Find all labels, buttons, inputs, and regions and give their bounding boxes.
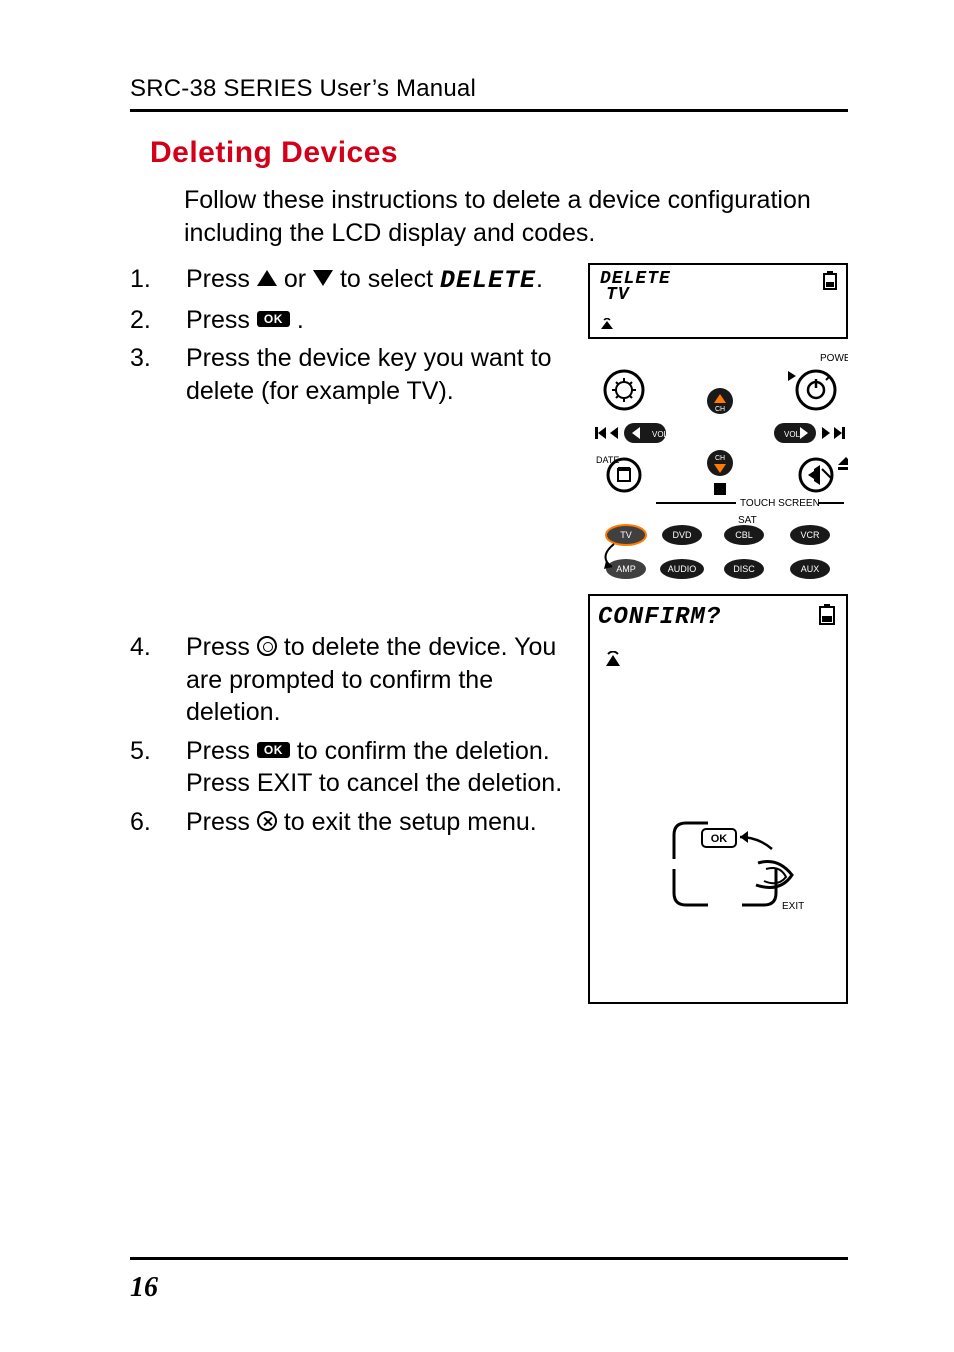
step-4: 4. Press to delete the device. You are p… [130,631,582,729]
footer-rule [130,1257,848,1260]
header-rule [130,109,848,112]
prev-track-icon [598,427,606,439]
transmit-icon [600,317,614,333]
ch-down-button: CH [707,450,733,476]
vol-up-button: VOL [774,423,816,443]
svg-text:DISC: DISC [733,564,755,574]
step-number: 2. [130,304,186,337]
svg-text:CH: CH [715,406,725,413]
play-icon [788,371,796,381]
eject-icon [838,457,848,470]
step-number: 5. [130,735,186,800]
ring-button-icon [257,636,277,656]
vol-down-button: VOL [624,423,669,443]
intro-paragraph: Follow these instructions to delete a de… [184,184,848,249]
svg-text:VOL: VOL [652,430,669,439]
step-2: 2. Press OK . [130,304,582,337]
triangle-up-icon [257,270,277,286]
svg-text:CBL: CBL [735,530,753,540]
lcd-panel-delete: DELETE TV [588,263,848,339]
label-power: POWER [820,353,848,364]
steps-column: 1. Press or to select DELETE. 2. Press [130,263,582,844]
svg-text:VCR: VCR [800,530,820,540]
page-number: 16 [130,1272,158,1304]
step-text: to select [340,265,440,293]
step-text: Press [186,306,257,334]
step-number: 1. [130,263,186,298]
gear-icon [612,378,636,402]
svg-text:VOL: VOL [784,430,801,439]
next-track-icon [834,427,842,439]
ok-exit-diagram: OK EXIT [672,819,832,934]
transmit-icon [604,651,838,672]
step-text: Press [186,265,257,293]
step-text: Press [186,633,257,661]
device-amp: AMP [606,559,646,579]
step-number: 4. [130,631,186,729]
ch-up-button: CH [707,388,733,414]
remote-diagram: POWER [588,345,848,590]
step-3: 3. Press the device key you want to dele… [130,342,582,407]
svg-text:AUDIO: AUDIO [668,564,697,574]
device-dvd: DVD [662,525,702,545]
label-sat: SAT [738,515,757,526]
step-text: . [297,306,304,334]
device-vcr: VCR [790,525,830,545]
step-text: Press the device key you want to delete … [186,342,582,407]
step-5: 5. Press OK to confirm the deletion. Pre… [130,735,582,800]
figure-column: DELETE TV POWER [588,263,848,1004]
step-text: to exit the setup menu. [284,808,537,836]
section-title: Deleting Devices [150,136,848,170]
step-text: Press [186,808,257,836]
step-number: 3. [130,342,186,407]
svg-text:AMP: AMP [616,564,636,574]
svg-text:DVD: DVD [672,530,692,540]
date-button [608,459,640,491]
lcd-panel-confirm: CONFIRM? OK [588,594,848,1004]
ok-pill-icon: OK [257,311,290,327]
device-audio: AUDIO [660,559,704,579]
device-tv: TV [606,525,646,545]
close-circle-icon [257,811,277,831]
svg-text:OK: OK [711,833,728,845]
step-text: or [284,265,313,293]
svg-text:CH: CH [715,455,725,462]
step-text: . [536,265,543,293]
step-number: 6. [130,806,186,839]
ok-pill-icon: OK [257,742,290,758]
battery-icon [818,604,836,626]
device-aux: AUX [790,559,830,579]
stop-icon [714,483,726,495]
svg-text:AUX: AUX [801,564,820,574]
running-header: SRC-38 SERIES User’s Manual [130,75,848,103]
device-cbl: CBL [724,525,764,545]
label-touch-screen: TOUCH SCREEN [740,498,820,509]
triangle-down-icon [313,270,333,286]
step-text: Press [186,737,257,765]
battery-icon [822,271,838,291]
device-disc: DISC [724,559,764,579]
svg-text:EXIT: EXIT [782,901,804,912]
svg-text:TV: TV [620,530,632,540]
lcd-word: DELETE [440,266,536,295]
power-icon [808,377,829,398]
step-6: 6. Press to exit the setup menu. [130,806,582,839]
step-1: 1. Press or to select DELETE. [130,263,582,298]
lcd-line-confirm: CONFIRM? [598,604,838,631]
